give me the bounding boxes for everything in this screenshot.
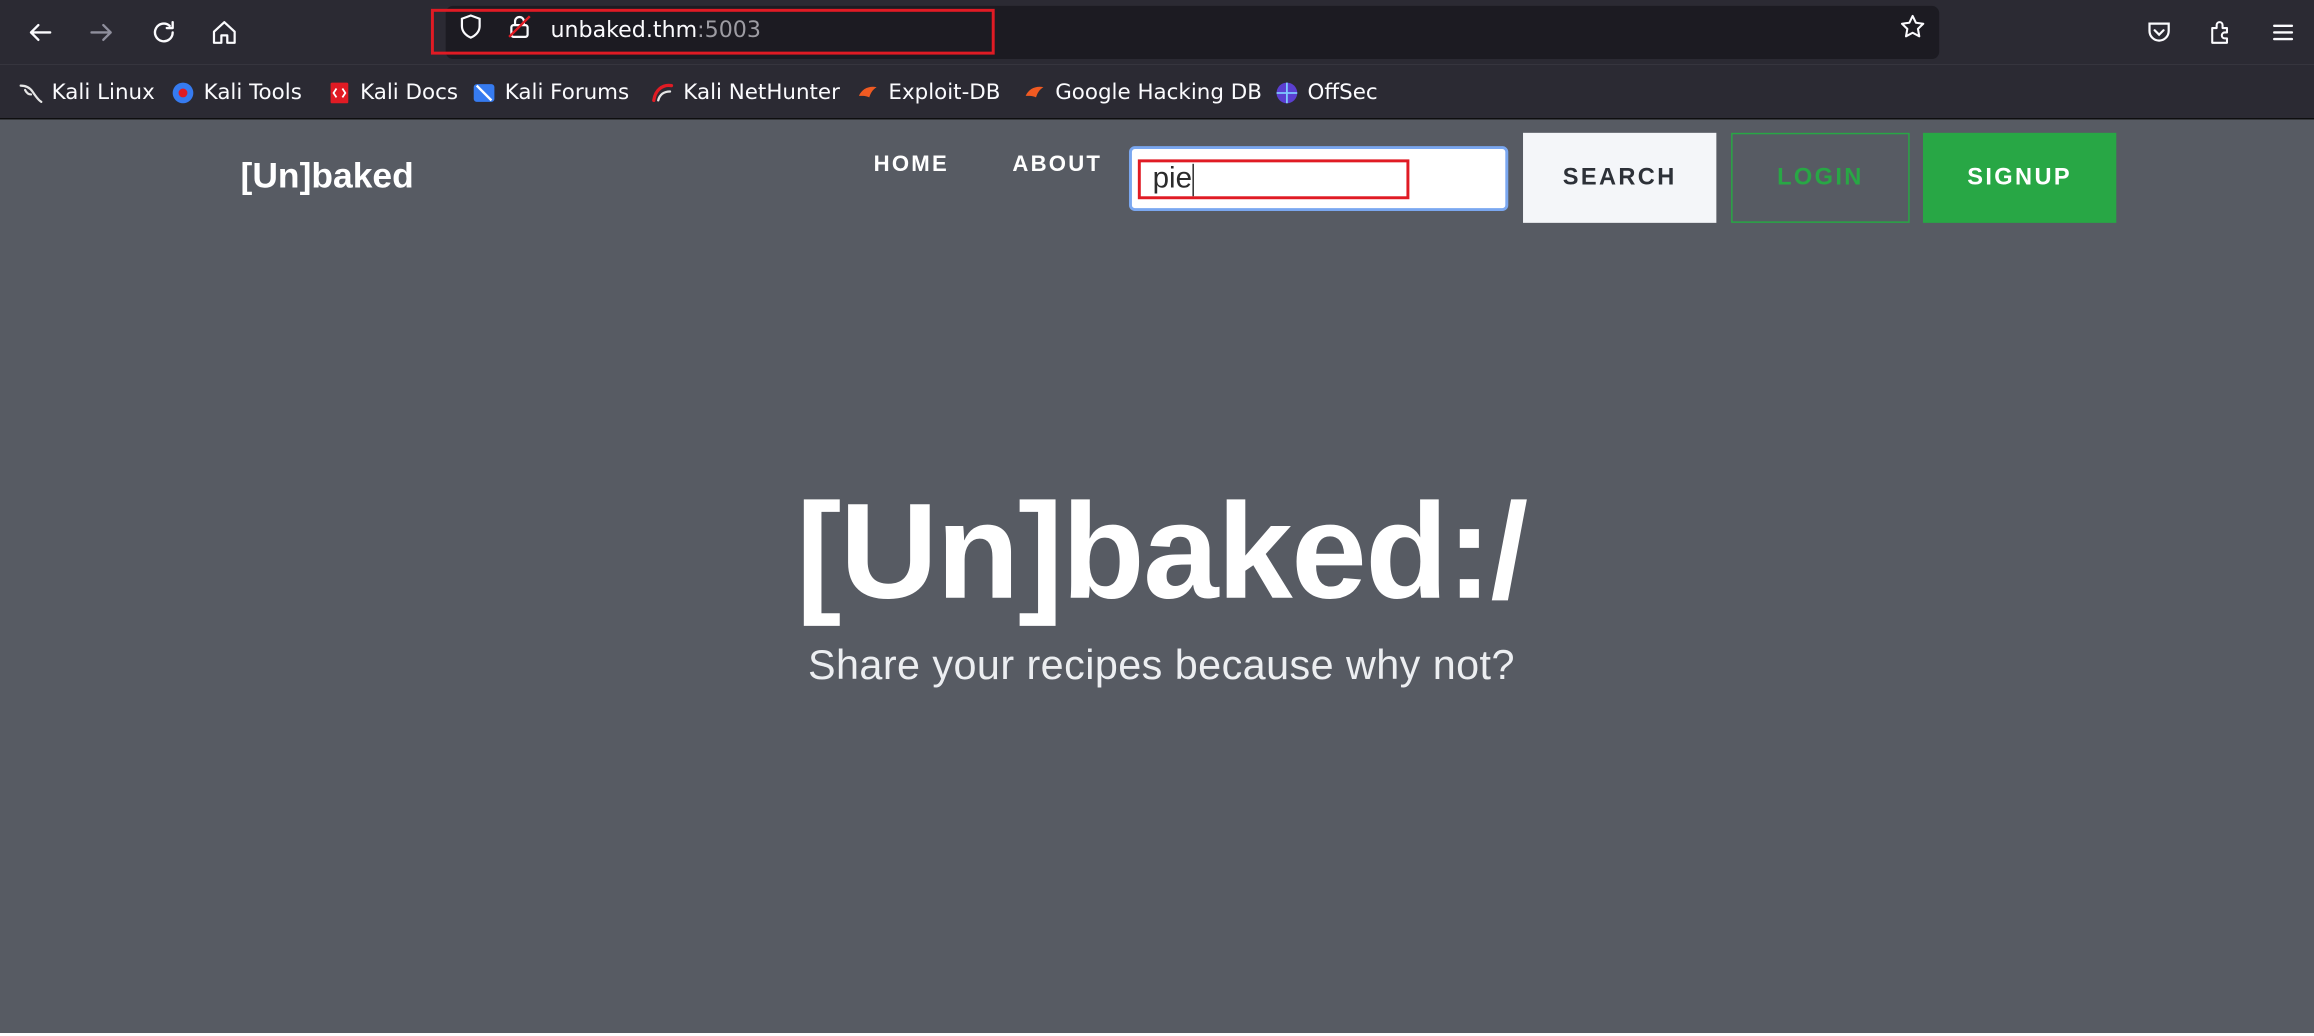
exploit-db-icon (858, 86, 877, 98)
hamburger-menu-icon (2273, 24, 2294, 41)
web-page: [Un]baked HOME ABOUT pie SEARCH LOGIN SI… (0, 119, 2314, 1034)
signup-button[interactable]: SIGNUP (1922, 132, 2117, 223)
nav-about-link[interactable]: ABOUT (1012, 152, 1102, 177)
bookmark-offsec[interactable]: OffSec (1275, 78, 1378, 108)
offsec-icon (1276, 82, 1298, 104)
reload-button[interactable] (142, 10, 186, 54)
back-arrow-icon (29, 23, 52, 42)
pocket-button[interactable] (2137, 10, 2181, 54)
puzzle-icon (2211, 21, 2229, 44)
bookmark-label: Kali Tools (203, 81, 302, 105)
back-button[interactable] (18, 10, 62, 54)
kali-docs-icon (330, 82, 349, 104)
forward-arrow-icon (90, 23, 112, 42)
bookmark-label: Exploit-DB (888, 81, 1001, 105)
bookmark-star-icon[interactable] (1899, 13, 1926, 40)
browser-window: unbaked.thm:5003 Kali Linux Kali Tools K… (0, 0, 2314, 1036)
bookmark-google-hacking-db[interactable]: Google Hacking DB (1023, 78, 1262, 108)
extensions-button[interactable] (2199, 10, 2243, 54)
reload-icon (153, 20, 174, 43)
forward-button[interactable] (80, 10, 124, 54)
bookmark-kali-linux[interactable]: Kali Linux (19, 78, 155, 108)
kali-nethunter-icon (652, 83, 674, 102)
bookmark-label: Google Hacking DB (1055, 81, 1262, 105)
bookmark-exploit-db[interactable]: Exploit-DB (856, 78, 1000, 108)
bookmarks-toolbar: Kali Linux Kali Tools Kali Docs Kali For… (0, 64, 2314, 120)
ghdb-icon (1025, 86, 1044, 98)
bookmark-kali-nethunter[interactable]: Kali NetHunter (651, 78, 840, 108)
search-button[interactable]: SEARCH (1523, 132, 1717, 223)
bookmark-label: OffSec (1307, 81, 1378, 105)
hero-subtitle: Share your recipes because why not? (808, 641, 1515, 688)
search-annotation-box (1137, 159, 1410, 200)
site-brand[interactable]: [Un]baked (241, 156, 414, 197)
home-icon (212, 21, 236, 44)
bookmark-kali-forums[interactable]: Kali Forums (472, 78, 629, 108)
url-annotation-box (430, 8, 995, 55)
kali-forums-icon (473, 84, 495, 102)
bookmark-kali-tools[interactable]: Kali Tools (171, 78, 302, 108)
bookmark-label: Kali Forums (504, 81, 630, 105)
hero-title: [Un]baked:/ (796, 476, 1528, 628)
bookmark-label: Kali Linux (51, 81, 155, 105)
nav-home-link[interactable]: HOME (874, 152, 949, 177)
kali-tools-icon (172, 82, 194, 104)
bookmark-label: Kali NetHunter (683, 81, 840, 105)
home-button[interactable] (202, 10, 246, 54)
menu-button[interactable] (2261, 10, 2305, 54)
pocket-icon (2148, 22, 2170, 42)
bookmark-kali-docs[interactable]: Kali Docs (328, 78, 458, 108)
browser-toolbar: unbaked.thm:5003 (0, 0, 2314, 65)
kali-dragon-icon (19, 84, 43, 103)
login-button[interactable]: LOGIN (1731, 132, 1910, 223)
bookmark-label: Kali Docs (360, 81, 459, 105)
